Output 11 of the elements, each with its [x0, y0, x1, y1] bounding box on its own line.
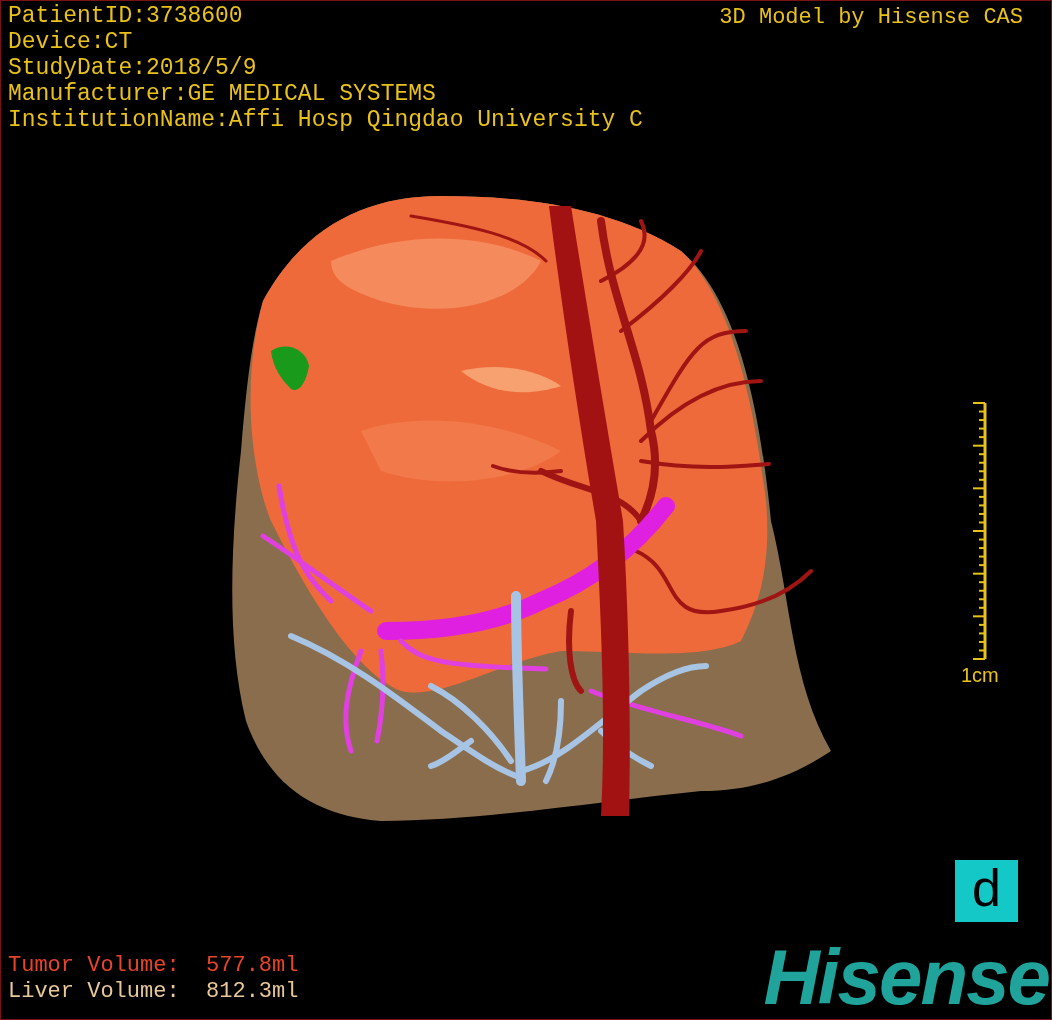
- info-line: InstitutionName:Affi Hosp Qingdao University C: [8, 107, 643, 133]
- scale-label: 1cm: [961, 663, 999, 687]
- brand-logo: Hisense: [763, 937, 1049, 1017]
- info-line: Device:CT: [8, 29, 134, 55]
- tumor-volume: Tumor Volume: 577.8ml: [8, 953, 299, 979]
- view-button[interactable]: d: [955, 860, 1018, 922]
- view-title: 3D Model by Hisense CAS: [719, 5, 1023, 31]
- liver-volume: Liver Volume: 812.3ml: [8, 979, 299, 1005]
- info-line: Manufacturer:GE MEDICAL SYSTEMS: [8, 81, 437, 107]
- info-line: PatientID:3738600: [8, 3, 244, 29]
- info-line: StudyDate:2018/5/9: [8, 55, 258, 81]
